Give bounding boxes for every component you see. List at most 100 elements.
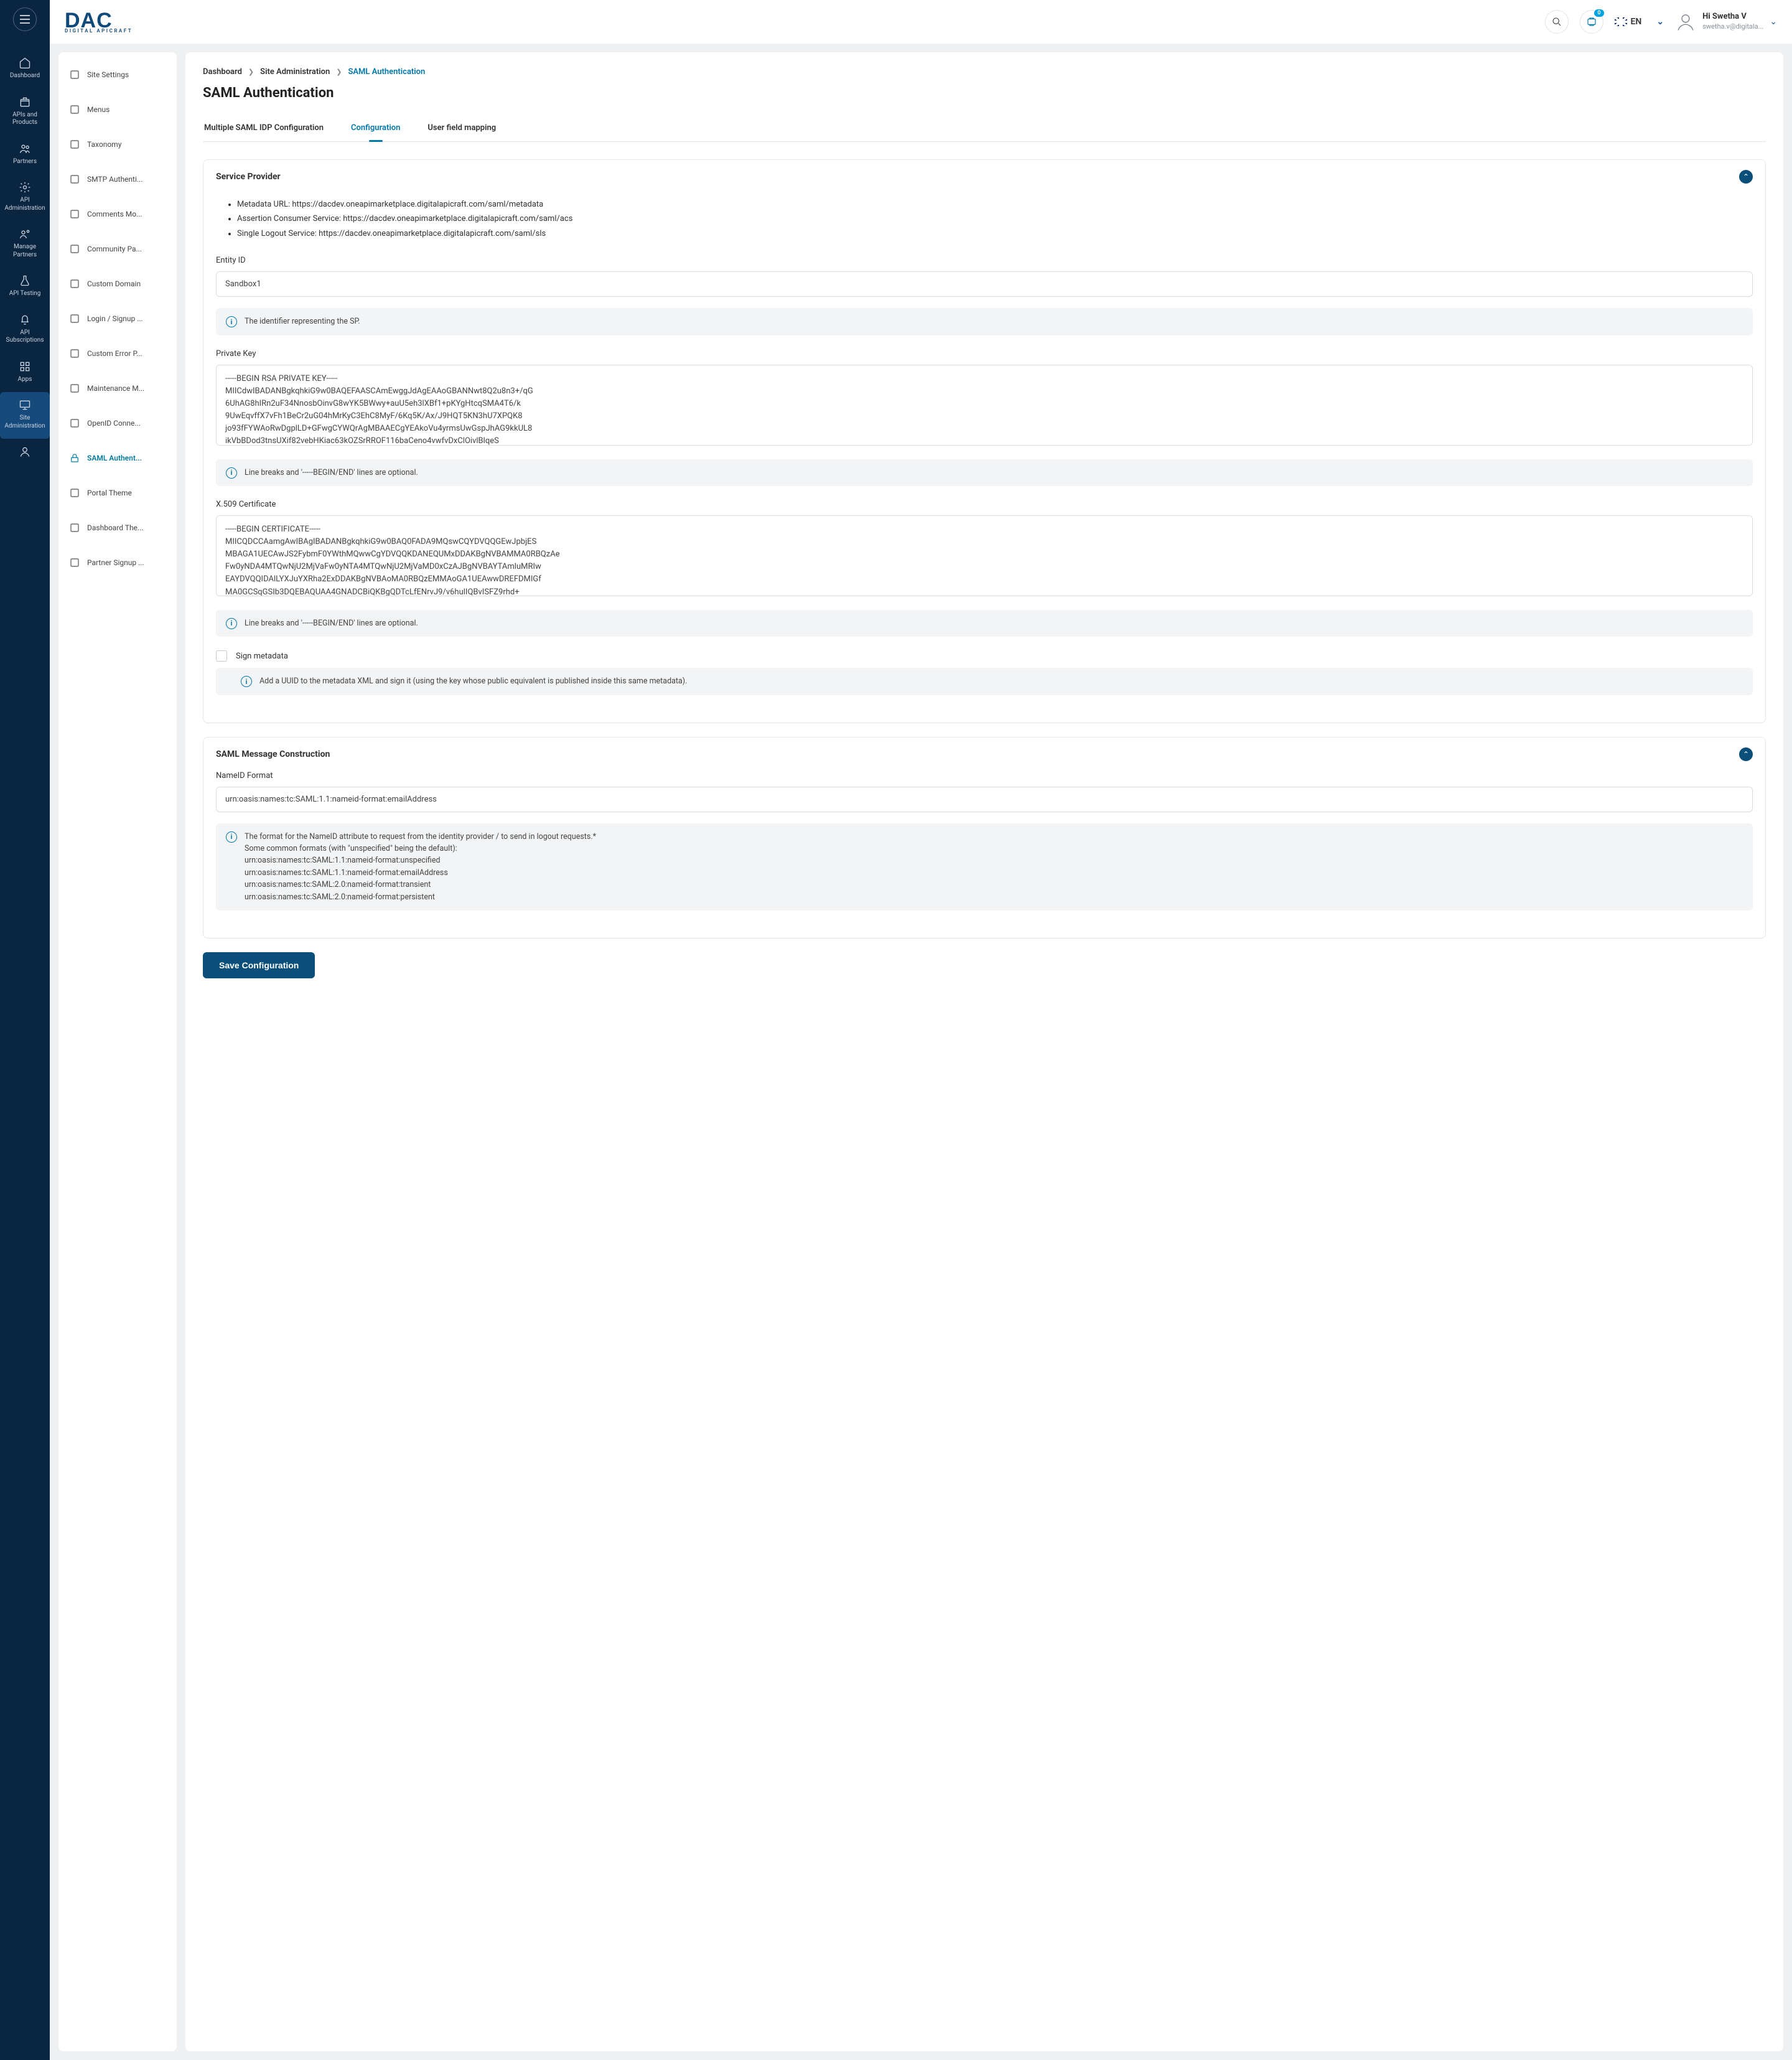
rail-item-apps[interactable]: Apps xyxy=(0,353,50,393)
cert-help: i Line breaks and '-----BEGIN/END' lines… xyxy=(216,610,1753,637)
service-provider-panel: Service Provider ⌃ Metadata URL: https:/… xyxy=(203,159,1766,723)
rail-item-dashboard[interactable]: Dashboard xyxy=(0,50,50,89)
sidebar-item-partner-signup[interactable]: Partner Signup ... xyxy=(62,551,173,574)
sign-metadata-checkbox[interactable] xyxy=(216,650,227,662)
user-menu[interactable]: Hi Swetha V swetha.v@digitala... ⌄ xyxy=(1675,11,1777,32)
user-greeting: Hi Swetha V xyxy=(1702,12,1763,22)
bell-icon xyxy=(1586,16,1597,27)
rail-item-user[interactable] xyxy=(0,439,50,467)
sidebar-item-label: Custom Domain xyxy=(87,279,141,288)
rail-item-partners[interactable]: Partners xyxy=(0,136,50,175)
rail-item-apis-and-products[interactable]: APIs and Products xyxy=(0,89,50,136)
gear-icon xyxy=(18,180,32,194)
rail-item-api-subscriptions[interactable]: API Subscriptions xyxy=(0,307,50,353)
sidebar-item-portal-theme[interactable]: Portal Theme xyxy=(62,482,173,504)
sidebar-item-dashboard-the[interactable]: Dashboard The... xyxy=(62,517,173,539)
crumb-site-admin[interactable]: Site Administration xyxy=(260,67,330,77)
sidebar-item-label: Menus xyxy=(87,105,110,114)
grid-icon xyxy=(68,103,81,116)
sidebar-item-label: Login / Signup ... xyxy=(87,314,143,323)
sp-metadata-item: Metadata URL: https://dacdev.oneapimarke… xyxy=(237,197,1753,212)
sidebar-item-custom-error-p[interactable]: Custom Error P... xyxy=(62,342,173,365)
sidebar-item-label: Dashboard The... xyxy=(87,523,143,532)
monitor-icon xyxy=(18,398,32,412)
info-icon: i xyxy=(226,831,237,843)
notif-badge: 0 xyxy=(1594,9,1603,17)
rail-item-label: APIs and Products xyxy=(2,111,47,127)
wrench-icon xyxy=(68,382,81,395)
cert-textarea[interactable] xyxy=(216,515,1753,596)
rail-item-label: Apps xyxy=(18,376,32,384)
sidebar-item-menus[interactable]: Menus xyxy=(62,98,173,121)
sidebar-item-openid-conne[interactable]: OpenID Conne... xyxy=(62,412,173,434)
rail-item-site-administration[interactable]: Site Administration xyxy=(0,392,50,439)
sp-metadata-list: Metadata URL: https://dacdev.oneapimarke… xyxy=(216,197,1753,241)
gear-users-icon xyxy=(18,227,32,241)
entity-id-input[interactable] xyxy=(216,271,1753,297)
search-icon xyxy=(1552,17,1562,27)
sidebar-item-custom-domain[interactable]: Custom Domain xyxy=(62,273,173,295)
tabs: Multiple SAML IDP Configuration Configura… xyxy=(203,117,1766,142)
tab-multiple-saml-idp-configuration[interactable]: Multiple SAML IDP Configuration xyxy=(203,117,325,141)
rail-item-label: Partners xyxy=(13,158,37,166)
gear-icon xyxy=(68,68,81,81)
msg-panel-title: SAML Message Construction xyxy=(216,749,330,759)
save-configuration-button[interactable]: Save Configuration xyxy=(203,952,315,978)
users-icon xyxy=(18,142,32,156)
tab-user-field-mapping[interactable]: User field mapping xyxy=(426,117,497,141)
sidebar-item-saml-authent[interactable]: SAML Authent... xyxy=(62,447,173,469)
lang-label: EN xyxy=(1631,17,1642,27)
language-selector[interactable]: EN ⌄ xyxy=(1615,17,1664,27)
info-icon: i xyxy=(226,618,237,629)
user-email: swetha.v@digitala... xyxy=(1702,22,1763,31)
search-button[interactable] xyxy=(1545,10,1569,34)
uk-flag-icon xyxy=(1615,17,1627,26)
logo-sub: DIGITAL APICRAFT xyxy=(65,29,133,34)
branch-icon xyxy=(68,138,81,151)
rail-item-label: Manage Partners xyxy=(2,243,47,259)
cert-label: X.509 Certificate xyxy=(216,500,1753,509)
sidebar-item-label: Portal Theme xyxy=(87,489,132,497)
person-icon xyxy=(68,243,81,255)
chevron-right-icon: ❯ xyxy=(248,68,254,76)
header: DAC DIGITAL APICRAFT 0 EN ⌄ xyxy=(50,0,1792,44)
settings-sidebar: Site Settings Menus Taxonomy SMTP Authenti.… xyxy=(58,52,177,2051)
sidebar-item-maintenance-m[interactable]: Maintenance M... xyxy=(62,377,173,400)
crumb-dashboard[interactable]: Dashboard xyxy=(203,67,242,77)
rail-item-manage-partners[interactable]: Manage Partners xyxy=(0,221,50,268)
nameid-input[interactable] xyxy=(216,787,1753,812)
sidebar-item-site-settings[interactable]: Site Settings xyxy=(62,63,173,86)
hamburger-icon xyxy=(19,15,30,24)
mail-lock-icon xyxy=(68,173,81,185)
entity-id-label: Entity ID xyxy=(216,256,1753,265)
bell-icon xyxy=(18,313,32,327)
private-key-label: Private Key xyxy=(216,349,1753,358)
sidebar-item-smtp-authenti[interactable]: SMTP Authenti... xyxy=(62,168,173,190)
sp-metadata-item: Assertion Consumer Service: https://dacd… xyxy=(237,212,1753,226)
rail-item-api-testing[interactable]: API Testing xyxy=(0,268,50,307)
chat-icon xyxy=(68,208,81,220)
entity-id-help: i The identifier representing the SP. xyxy=(216,308,1753,335)
logo[interactable]: DAC DIGITAL APICRAFT xyxy=(65,10,133,34)
msg-panel-header[interactable]: SAML Message Construction ⌃ xyxy=(203,737,1765,771)
private-key-textarea[interactable] xyxy=(216,365,1753,446)
signup-icon xyxy=(68,556,81,569)
sidebar-item-taxonomy[interactable]: Taxonomy xyxy=(62,133,173,156)
notifications-button[interactable]: 0 xyxy=(1580,10,1603,34)
chevron-down-icon: ⌄ xyxy=(1656,17,1664,27)
tab-configuration[interactable]: Configuration xyxy=(350,117,401,141)
warning-icon xyxy=(68,347,81,360)
hamburger-button[interactable] xyxy=(13,7,37,31)
sidebar-item-label: OpenID Conne... xyxy=(87,419,141,428)
sp-panel-header[interactable]: Service Provider ⌃ xyxy=(203,160,1765,194)
nameid-help: i The format for the NameID attribute to… xyxy=(216,823,1753,911)
package-icon xyxy=(18,95,32,109)
breadcrumb: Dashboard ❯ Site Administration ❯ SAML A… xyxy=(203,67,1766,77)
rail-item-label: API Subscriptions xyxy=(2,329,47,345)
info-icon: i xyxy=(241,676,252,687)
rail-item-api-administration[interactable]: API Administration xyxy=(0,174,50,221)
sidebar-item-community-pa[interactable]: Community Pa... xyxy=(62,238,173,260)
sign-metadata-help: i Add a UUID to the metadata XML and sig… xyxy=(216,668,1753,695)
sidebar-item-login-signup[interactable]: Login / Signup ... xyxy=(62,307,173,330)
sidebar-item-comments-mo[interactable]: Comments Mo... xyxy=(62,203,173,225)
